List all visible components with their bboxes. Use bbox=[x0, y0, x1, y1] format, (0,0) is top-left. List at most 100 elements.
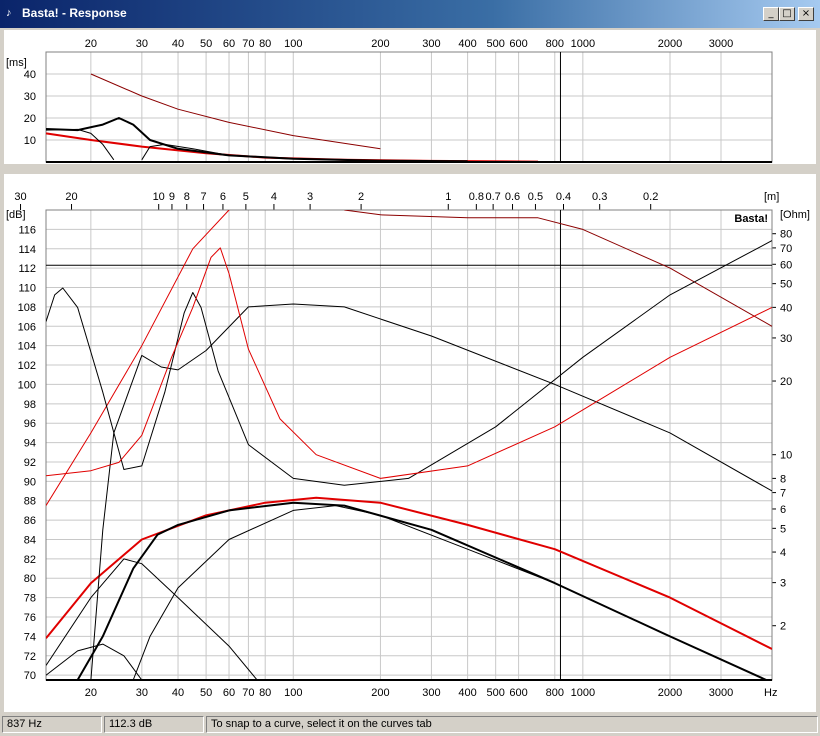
x-tick-label: 40 bbox=[172, 38, 184, 50]
x-tick-label: 1000 bbox=[571, 38, 595, 50]
series-line bbox=[141, 143, 294, 161]
x-tick-label: 70 bbox=[242, 687, 254, 699]
y-tick-label: 72 bbox=[24, 651, 36, 663]
x-tick-label: 400 bbox=[458, 687, 476, 699]
app-window: ♪ Basta! - Response _ □ × 20 30 40 50 60 70 80… bbox=[0, 0, 820, 736]
y-axis-label: [dB] bbox=[6, 209, 26, 221]
series-line bbox=[132, 505, 767, 680]
y-tick-label: 92 bbox=[24, 457, 36, 469]
series-line bbox=[45, 132, 539, 163]
top-tick-label: 0.7 bbox=[485, 191, 500, 203]
top-tick-label: 0.5 bbox=[528, 191, 543, 203]
status-hint: To snap to a curve, select it on the cur… bbox=[206, 716, 818, 733]
y2-tick-label: 60 bbox=[780, 259, 792, 271]
top-tick-label: 5 bbox=[243, 191, 249, 203]
y2-axis-label: [Ohm] bbox=[780, 209, 810, 221]
y-tick-label: 20 bbox=[24, 113, 36, 125]
status-level: 112.3 dB bbox=[104, 716, 204, 733]
y-tick-label: 30 bbox=[24, 91, 36, 103]
series-line bbox=[46, 210, 230, 506]
x-tick-label: 500 bbox=[486, 38, 504, 50]
y-tick-label: 112 bbox=[18, 263, 36, 275]
top-tick-label: 20 bbox=[65, 191, 77, 203]
x-tick-label: 400 bbox=[458, 38, 476, 50]
y-tick-label: 40 bbox=[24, 69, 36, 81]
y-tick-label: 88 bbox=[24, 496, 36, 508]
x-tick-label: 20 bbox=[85, 687, 97, 699]
y-tick-label: 106 bbox=[18, 321, 36, 333]
window-title: Basta! - Response bbox=[22, 6, 127, 20]
top-tick-label: 8 bbox=[184, 191, 190, 203]
top-tick-label: 0.8 bbox=[469, 191, 484, 203]
x-tick-label: 60 bbox=[223, 38, 235, 50]
response-chart[interactable]: 20 30 40 50 60 70 80 100 200 300 400 500 600 800 1000 2… bbox=[4, 174, 816, 712]
top-tick-label: 1 bbox=[445, 191, 451, 203]
top-tick-label: 2 bbox=[358, 191, 364, 203]
series-line bbox=[76, 501, 767, 680]
y2-tick-label: 80 bbox=[780, 229, 792, 241]
status-frequency: 837 Hz bbox=[2, 716, 102, 733]
top-tick-label: 30 bbox=[14, 191, 26, 203]
y2-tick-label: 70 bbox=[780, 243, 792, 255]
top-tick-label: 0.3 bbox=[592, 191, 607, 203]
y2-tick-label: 6 bbox=[780, 504, 786, 516]
x-tick-label: 40 bbox=[172, 687, 184, 699]
x-tick-label: 100 bbox=[284, 687, 302, 699]
y-tick-label: 80 bbox=[24, 573, 36, 585]
y-tick-label: 98 bbox=[24, 399, 36, 411]
x-tick-label: 60 bbox=[223, 687, 235, 699]
top-tick-label: 7 bbox=[200, 191, 206, 203]
maximize-button[interactable]: □ bbox=[779, 7, 795, 21]
y-tick-label: 94 bbox=[24, 438, 36, 450]
minimize-button[interactable]: _ bbox=[763, 7, 779, 21]
y-tick-label: 108 bbox=[18, 302, 36, 314]
x-tick-label: 500 bbox=[486, 687, 504, 699]
y-tick-label: 86 bbox=[24, 515, 36, 527]
y-tick-label: 100 bbox=[18, 379, 36, 391]
y-tick-label: 76 bbox=[24, 612, 36, 624]
x-tick-label: 2000 bbox=[658, 38, 682, 50]
close-button[interactable]: × bbox=[798, 7, 814, 21]
top-tick-label: 10 bbox=[153, 191, 165, 203]
y2-tick-label: 4 bbox=[780, 547, 786, 559]
y2-tick-label: 20 bbox=[780, 376, 792, 388]
y-tick-label: 114 bbox=[18, 244, 36, 256]
x-tick-label: 800 bbox=[546, 687, 564, 699]
top-tick-label: 3 bbox=[307, 191, 313, 203]
x-tick-label: 80 bbox=[259, 687, 271, 699]
group-delay-chart[interactable]: 20 30 40 50 60 70 80 100 200 300 400 500 600 800 1000 2… bbox=[4, 30, 816, 164]
y2-tick-label: 3 bbox=[780, 578, 786, 590]
x-tick-label: 20 bbox=[85, 38, 97, 50]
title-bar[interactable]: ♪ Basta! - Response _ □ × bbox=[0, 0, 820, 28]
y2-tick-label: 10 bbox=[780, 450, 792, 462]
y-tick-label: 102 bbox=[18, 360, 36, 372]
series-line bbox=[46, 558, 258, 680]
x-tick-label: 300 bbox=[422, 38, 440, 50]
x-tick-label: 50 bbox=[200, 687, 212, 699]
watermark: Basta! bbox=[734, 213, 768, 225]
y2-tick-label: 2 bbox=[780, 621, 786, 633]
y-tick-label: 116 bbox=[18, 224, 36, 236]
x-tick-label: 3000 bbox=[709, 38, 733, 50]
x-tick-label: 300 bbox=[422, 687, 440, 699]
response-panel[interactable]: 20 30 40 50 60 70 80 100 200 300 400 500 600 800 1000 2… bbox=[4, 174, 816, 712]
top-tick-label: 4 bbox=[271, 191, 277, 203]
pane-splitter[interactable] bbox=[0, 164, 820, 174]
y2-tick-label: 40 bbox=[780, 302, 792, 314]
y-tick-label: 74 bbox=[24, 631, 36, 643]
x-tick-label: 600 bbox=[509, 38, 527, 50]
top-tick-label: 6 bbox=[220, 191, 226, 203]
y-tick-label: 90 bbox=[24, 476, 36, 488]
x-tick-label: 50 bbox=[200, 38, 212, 50]
x-tick-label: 600 bbox=[509, 687, 527, 699]
y-tick-label: 84 bbox=[24, 534, 36, 546]
y-tick-label: 78 bbox=[24, 593, 36, 605]
status-bar: 837 Hz 112.3 dB To snap to a curve, sele… bbox=[0, 714, 820, 736]
x-tick-label: 200 bbox=[371, 687, 389, 699]
top-tick-label: 0.2 bbox=[643, 191, 658, 203]
y-tick-label: 110 bbox=[18, 283, 36, 295]
group-delay-panel[interactable]: 20 30 40 50 60 70 80 100 200 300 400 500 600 800 1000 2… bbox=[4, 30, 816, 164]
x-tick-label: 70 bbox=[242, 38, 254, 50]
x-tick-label: 2000 bbox=[658, 687, 682, 699]
y-axis-label: [ms] bbox=[6, 57, 27, 69]
